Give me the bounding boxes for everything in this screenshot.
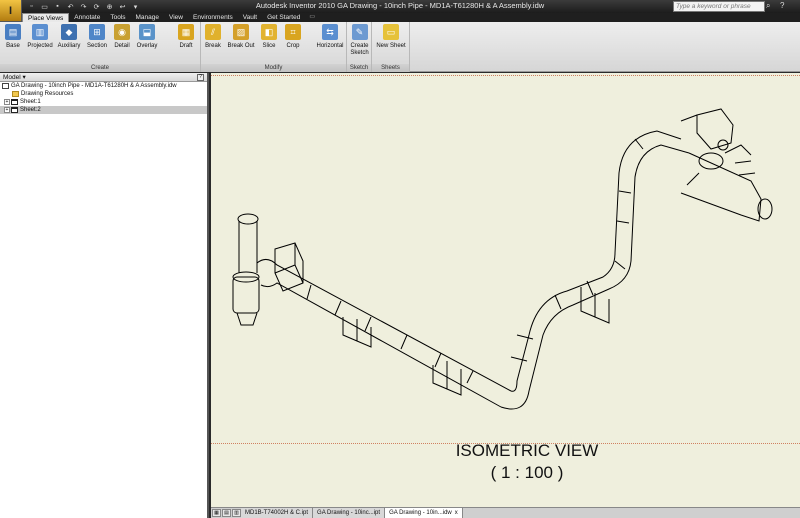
- slice-icon: ◧: [261, 24, 277, 40]
- model-browser: Model ▾ ? GA Drawing - 10inch Pipe - MD1…: [0, 73, 209, 518]
- left-pipe-stub: [238, 221, 258, 273]
- close-icon[interactable]: x: [455, 510, 458, 516]
- doc-tab-assembly[interactable]: GA Drawing - 10inc...ipt: [313, 508, 386, 518]
- pipe-support: [580, 287, 610, 324]
- break-out-button[interactable]: ▨ Break Out: [228, 24, 255, 50]
- search-icon[interactable]: ⌕: [766, 1, 776, 12]
- view-title: ISOMETRIC VIEW: [455, 441, 599, 460]
- panel-label-sheets: Sheets: [372, 64, 409, 72]
- panel-sheets: ▭ New Sheet Sheets: [372, 22, 410, 72]
- detail-view-icon: ◉: [114, 24, 130, 40]
- arrange-windows-icon[interactable]: ▥: [232, 509, 241, 517]
- break-icon: ⫽: [205, 24, 221, 40]
- elbow-lower: [500, 130, 690, 410]
- new-sheet-icon: ▭: [383, 24, 399, 40]
- tree-item-sheet-2[interactable]: + Sheet:2: [0, 106, 207, 114]
- draft-view-button[interactable]: ▦ Draft: [173, 24, 199, 50]
- panel-sketch: ✎ Create Sketch Sketch: [347, 22, 372, 72]
- document-icon: [2, 83, 9, 89]
- expand-icon[interactable]: +: [4, 99, 10, 105]
- ribbon-minimize-icon[interactable]: ▭: [305, 13, 319, 22]
- view-scale: ( 1 : 100 ): [490, 463, 564, 482]
- tab-vault[interactable]: Vault: [238, 13, 262, 22]
- tab-get-started[interactable]: Get Started: [262, 13, 305, 22]
- base-view-button[interactable]: ▤ Base: [0, 24, 26, 50]
- tile-windows-icon[interactable]: ▦: [212, 509, 221, 517]
- browser-help-button[interactable]: ?: [197, 74, 204, 81]
- panel-label-sketch: Sketch: [347, 64, 371, 72]
- section-view-icon: ⊞: [89, 24, 105, 40]
- expand-icon[interactable]: +: [4, 107, 10, 113]
- cascade-windows-icon[interactable]: ▤: [222, 509, 231, 517]
- drawing-canvas[interactable]: ISOMETRIC VIEW ( 1 : 100 ): [211, 73, 800, 507]
- sheet-icon: [11, 107, 18, 113]
- panel-label-create: Create: [0, 64, 200, 72]
- create-sketch-icon: ✎: [351, 24, 368, 40]
- create-sketch-button[interactable]: ✎ Create Sketch: [347, 24, 372, 57]
- tree-item-sheet-1[interactable]: + Sheet:1: [0, 98, 207, 106]
- browser-header[interactable]: Model ▾ ?: [0, 73, 207, 82]
- overlay-view-button[interactable]: ⬓ Overlay: [134, 24, 160, 50]
- tab-place-views[interactable]: Place Views: [22, 13, 70, 22]
- main-pipe: [256, 259, 512, 408]
- panel-label-modify: Modify: [201, 64, 346, 72]
- auxiliary-view-icon: ◆: [61, 24, 77, 40]
- tab-environments[interactable]: Environments: [188, 13, 238, 22]
- base-view-icon: ▤: [5, 24, 21, 40]
- horizontal-button[interactable]: ⇆ Horizontal: [313, 24, 347, 50]
- ribbon-tabs: Place Views Annotate Tools Manage View E…: [22, 13, 800, 22]
- folder-icon: [12, 91, 19, 97]
- break-button[interactable]: ⫽ Break: [200, 24, 226, 50]
- right-valve-assembly: [680, 152, 762, 222]
- tab-manage[interactable]: Manage: [131, 13, 165, 22]
- auxiliary-view-button[interactable]: ◆ Auxiliary: [56, 24, 82, 50]
- tab-annotate[interactable]: Annotate: [69, 13, 105, 22]
- browser-tree: GA Drawing - 10inch Pipe - MD1A-T61280H …: [0, 82, 207, 114]
- browser-title: Model: [3, 74, 21, 81]
- crop-button[interactable]: ⌗ Crop: [280, 24, 306, 50]
- slice-button[interactable]: ◧ Slice: [256, 24, 282, 50]
- draft-view-icon: ▦: [178, 24, 194, 40]
- panel-create: ▤ Base ▥ Projected ◆ Auxiliary ⊞ Section…: [0, 22, 201, 72]
- search-input[interactable]: Type a keyword or phrase: [673, 1, 765, 12]
- horizontal-align-icon: ⇆: [322, 24, 338, 40]
- tree-item-document[interactable]: GA Drawing - 10inch Pipe - MD1A-T61280H …: [0, 82, 207, 90]
- tree-item-drawing-resources[interactable]: Drawing Resources: [0, 90, 207, 98]
- new-sheet-button[interactable]: ▭ New Sheet: [372, 24, 410, 50]
- chevron-down-icon[interactable]: ▾: [23, 74, 26, 81]
- doc-tab-part[interactable]: MD1B-T74002H & C.ipt: [241, 508, 314, 518]
- sheet-icon: [11, 99, 18, 105]
- help-icon[interactable]: ?: [780, 1, 790, 12]
- pipe-support: [432, 361, 462, 396]
- document-tabs: ▦ ▤ ▥ MD1B-T74002H & C.ipt GA Drawing - …: [211, 507, 800, 518]
- crop-icon: ⌗: [285, 24, 301, 40]
- application-menu-button[interactable]: I: [0, 0, 22, 22]
- projected-view-icon: ▥: [32, 24, 48, 40]
- doc-tab-drawing[interactable]: GA Drawing - 10in...idw x: [385, 508, 463, 518]
- break-out-icon: ▨: [233, 24, 249, 40]
- section-view-button[interactable]: ⊞ Section: [84, 24, 110, 50]
- projected-view-button[interactable]: ▥ Projected: [27, 24, 53, 50]
- ribbon: ▤ Base ▥ Projected ◆ Auxiliary ⊞ Section…: [0, 22, 800, 72]
- tab-view[interactable]: View: [164, 13, 188, 22]
- detail-view-button[interactable]: ◉ Detail: [109, 24, 135, 50]
- overlay-view-icon: ⬓: [139, 24, 155, 40]
- title-bar: ▫ ▭ ▪ ↶ ↷ ⟳ ⊕ ↩ ▾ Autodesk Inventor 2010…: [0, 0, 800, 13]
- tab-tools[interactable]: Tools: [105, 13, 130, 22]
